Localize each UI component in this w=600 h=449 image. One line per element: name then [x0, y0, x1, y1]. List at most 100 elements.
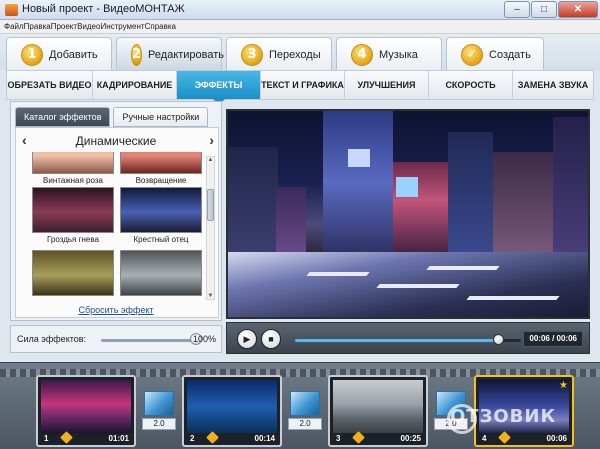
clip-thumbnail: [41, 380, 131, 433]
effect-strength-control: Сила эффектов: 100%: [10, 325, 222, 353]
scrollbar-thumb[interactable]: [207, 189, 214, 221]
app-icon: [5, 4, 18, 16]
transition-duration[interactable]: 2.0: [142, 418, 176, 430]
timeline-clip[interactable]: 1 01:01: [36, 375, 136, 447]
effect-thumbnail: [32, 250, 114, 296]
steps-bar: 1 Добавить 2 Редактировать 3 Переходы 4 …: [0, 34, 600, 71]
effect-name: Возвращение: [135, 176, 187, 185]
effect-name: Гроздья гнева: [47, 235, 99, 244]
playback-progress-fill: [295, 339, 499, 342]
tab-enhancements[interactable]: УЛУЧШЕНИЯ: [345, 71, 429, 99]
menu-edit[interactable]: Правка: [24, 20, 51, 33]
reset-effect-link[interactable]: Сбросить эффект: [16, 305, 216, 315]
effect-thumbnail: [120, 187, 202, 233]
menu-help[interactable]: Справка: [145, 20, 176, 33]
transition-duration[interactable]: 2.0: [288, 418, 322, 430]
clip-number: 4: [482, 434, 487, 443]
effect-godfather[interactable]: Крестный отец: [120, 187, 202, 244]
timeline-clip[interactable]: 3 00:25: [328, 375, 428, 447]
edit-pencil-icon[interactable]: [352, 431, 365, 444]
strength-slider-track[interactable]: [101, 339, 197, 342]
effect-grapes-of-wrath[interactable]: Гроздья гнева: [32, 187, 114, 244]
effect-name: Крестный отец: [133, 235, 189, 244]
clip-number: 1: [44, 434, 49, 443]
time-display: 00:06 / 00:06: [523, 331, 583, 347]
tab-effects[interactable]: ЭФФЕКТЫ: [177, 71, 261, 105]
effect-vintage-rose[interactable]: Винтажная роза: [32, 152, 114, 185]
category-title: Динамические: [75, 134, 157, 148]
menu-tools[interactable]: Инструмент: [100, 20, 144, 33]
step-number-badge: 3: [241, 43, 263, 66]
window-title: Новый проект - ВидеоМОНТАЖ: [22, 3, 185, 15]
transition-thumbnail: [290, 391, 320, 416]
edit-pencil-icon[interactable]: [60, 431, 73, 444]
effect-name: Винтажная роза: [43, 176, 103, 185]
tab-effects-catalog[interactable]: Каталог эффектов: [15, 107, 111, 127]
next-category-icon[interactable]: ›: [209, 132, 214, 148]
step-label: Создать: [489, 48, 531, 61]
transition-thumbnail: [144, 391, 174, 416]
stop-button[interactable]: ■: [261, 329, 281, 349]
clip-thumbnail: [333, 380, 423, 433]
effect-return[interactable]: Возвращение: [120, 152, 202, 185]
step-label: Редактировать: [148, 48, 225, 61]
menu-file[interactable]: Файл: [4, 20, 24, 33]
effect-thumbnail: [32, 152, 114, 174]
effect-item[interactable]: [32, 250, 114, 298]
step-edit[interactable]: 2 Редактировать: [116, 37, 225, 71]
effect-thumbnail: [32, 187, 114, 233]
tab-speed[interactable]: СКОРОСТЬ: [429, 71, 513, 99]
effect-thumbnail: [120, 152, 202, 174]
minimize-button[interactable]: –: [504, 1, 530, 18]
step-number-badge: 4: [351, 43, 373, 66]
menu-project[interactable]: Проект: [51, 20, 77, 33]
effects-scrollbar[interactable]: ▲ ▼: [206, 156, 215, 300]
clip-duration: 00:14: [254, 434, 275, 443]
clip-number: 3: [336, 434, 341, 443]
check-icon: ✓: [461, 43, 483, 66]
playback-knob[interactable]: [493, 334, 504, 345]
tab-replace-sound[interactable]: ЗАМЕНА ЗВУКА: [513, 71, 593, 99]
maximize-button[interactable]: □: [531, 1, 557, 18]
clip-thumbnail: [187, 380, 277, 433]
transition-item[interactable]: 2.0: [288, 391, 322, 433]
function-tabs: ОБРЕЗАТЬ ВИДЕО КАДРИРОВАНИЕ ЭФФЕКТЫ ТЕКС…: [6, 70, 594, 105]
tab-manual-settings[interactable]: Ручные настройки: [113, 107, 209, 127]
effects-catalog: ‹ Динамические › Винтажная роза Возвраще…: [15, 127, 219, 318]
watermark: ОТЗОВИК: [450, 406, 557, 427]
play-button[interactable]: ▶: [237, 329, 257, 349]
step-number-badge: 1: [21, 43, 43, 66]
tab-trim-video[interactable]: ОБРЕЗАТЬ ВИДЕО: [7, 71, 93, 99]
menu-bar: Файл Правка Проект Видео Инструмент Спра…: [0, 20, 600, 34]
step-transitions[interactable]: 3 Переходы: [226, 37, 332, 71]
effects-grid: Винтажная роза Возвращение Гроздья гнева…: [22, 152, 202, 300]
edit-pencil-icon[interactable]: [498, 431, 511, 444]
star-icon: ★: [559, 380, 568, 391]
playback-progress-track[interactable]: [295, 334, 521, 345]
clip-duration: 01:01: [108, 434, 129, 443]
player-controls: ▶ ■ 00:06 / 00:06: [226, 322, 590, 354]
timeline-clip[interactable]: 2 00:14: [182, 375, 282, 447]
scroll-up-icon[interactable]: ▲: [207, 157, 214, 163]
scroll-down-icon[interactable]: ▼: [207, 293, 214, 299]
step-label: Добавить: [49, 48, 98, 61]
clip-number: 2: [190, 434, 195, 443]
menu-video[interactable]: Видео: [77, 20, 100, 33]
strength-label: Сила эффектов:: [17, 334, 87, 344]
transition-item[interactable]: 2.0: [142, 391, 176, 433]
clip-duration: 00:06: [546, 434, 567, 443]
step-label: Музыка: [379, 48, 418, 61]
effect-thumbnail: [120, 250, 202, 296]
video-preview: [226, 109, 590, 319]
edit-pencil-icon[interactable]: [206, 431, 219, 444]
step-add[interactable]: 1 Добавить: [6, 37, 112, 71]
clip-duration: 00:25: [400, 434, 421, 443]
step-number-badge: 2: [131, 43, 143, 66]
strength-value: 100%: [192, 334, 216, 344]
step-create[interactable]: ✓ Создать: [446, 37, 544, 71]
step-music[interactable]: 4 Музыка: [336, 37, 442, 71]
effect-item[interactable]: [120, 250, 202, 298]
close-button[interactable]: ✕: [558, 1, 598, 18]
tab-text-graphics[interactable]: ТЕКСТ И ГРАФИКА: [261, 71, 345, 99]
tab-crop[interactable]: КАДРИРОВАНИЕ: [93, 71, 177, 99]
